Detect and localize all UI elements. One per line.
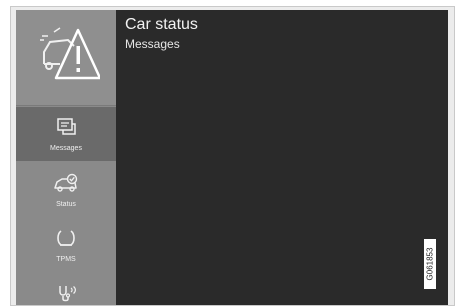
- sidebar-item-label: Status: [56, 201, 76, 208]
- car-warning-icon: [40, 27, 100, 80]
- tpms-icon: [16, 226, 116, 250]
- page-title: Car status: [125, 16, 198, 33]
- sidebar-item-messages[interactable]: Messages: [16, 107, 116, 161]
- car-status-icon: [16, 171, 116, 195]
- page-subtitle: Messages: [125, 37, 180, 51]
- messages-icon: [16, 115, 116, 139]
- sidebar: Messages Status TPMS: [16, 10, 116, 305]
- screen-frame: Messages Status TPMS Car status Messages…: [10, 6, 455, 306]
- main-content: Car status Messages G061853: [116, 10, 448, 305]
- car-status-screen: Messages Status TPMS Car status Messages…: [16, 10, 448, 305]
- service-icon: [16, 280, 116, 304]
- sidebar-item-label: TPMS: [56, 256, 76, 263]
- sidebar-item-label: Messages: [50, 145, 82, 152]
- sidebar-item-tpms[interactable]: TPMS: [16, 218, 116, 272]
- sidebar-item-status[interactable]: Status: [16, 163, 116, 217]
- sidebar-item-service[interactable]: [16, 278, 116, 305]
- sidebar-header: [16, 10, 116, 106]
- figure-code-text: G061853: [425, 247, 435, 281]
- figure-code-label: G061853: [424, 239, 436, 289]
